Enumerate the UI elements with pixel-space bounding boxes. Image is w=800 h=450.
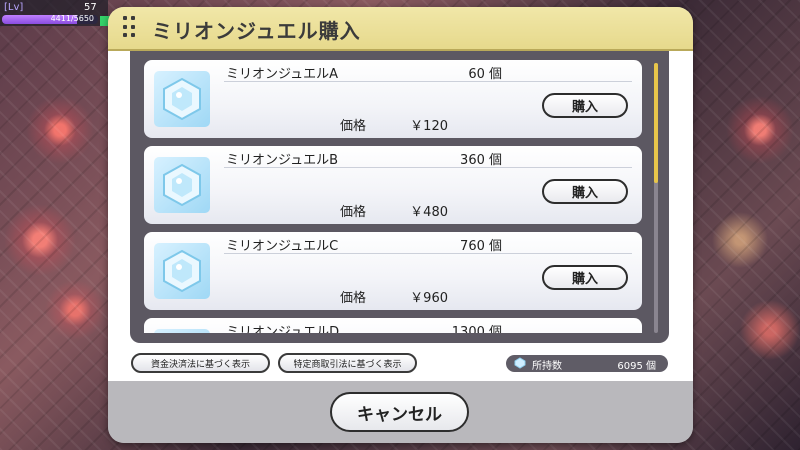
exp-bar: 4411/5650: [2, 15, 98, 24]
product-price: ￥960: [410, 291, 448, 306]
price-label: 価格: [340, 205, 367, 220]
product-list-frame: ミリオンジュエルA 60 個 価格 ￥120 購入 ミリオンジュエルB 360 …: [130, 51, 669, 343]
product-item: ミリオンジュエルC 760 個 価格 ￥960 購入: [144, 232, 642, 310]
cancel-button[interactable]: キャンセル: [330, 392, 469, 432]
dialog-footer: キャンセル: [108, 381, 693, 443]
product-count: 360 個: [460, 153, 502, 168]
grip-icon: [123, 16, 135, 40]
jewel-icon: [154, 243, 210, 299]
level-value: 57: [84, 2, 97, 13]
payment-services-act-button[interactable]: 資金決済法に基づく表示: [131, 353, 270, 373]
holding-value: 6095 個: [617, 361, 656, 372]
product-name: ミリオンジュエルC: [226, 239, 339, 254]
dialog-header: ミリオンジュエル購入: [108, 7, 693, 51]
jewel-icon: [154, 157, 210, 213]
product-name: ミリオンジュエルD: [226, 325, 340, 333]
buy-button[interactable]: 購入: [542, 93, 628, 118]
commercial-transactions-act-button[interactable]: 特定商取引法に基づく表示: [278, 353, 417, 373]
jewel-icon: [154, 71, 210, 127]
player-status: [Lv] 57 4411/5650: [0, 0, 108, 26]
product-item: ミリオンジュエルB 360 個 価格 ￥480 購入: [144, 146, 642, 224]
purchase-dialog: ミリオンジュエル購入 ミリオンジュエルA 60 個 価格 ￥120 購入 ミリオ…: [108, 7, 693, 443]
price-label: 価格: [340, 119, 367, 134]
scroll-thumb[interactable]: [654, 63, 658, 183]
product-name: ミリオンジュエルB: [226, 153, 339, 168]
holding-count: 所持数 6095 個: [506, 355, 668, 372]
product-item: ミリオンジュエルD 1300 個: [144, 318, 642, 333]
jewel-icon: [154, 329, 210, 333]
scrollbar[interactable]: [654, 63, 658, 333]
dialog-body: ミリオンジュエルA 60 個 価格 ￥120 購入 ミリオンジュエルB 360 …: [108, 51, 693, 381]
divider: [224, 81, 632, 82]
buy-button[interactable]: 購入: [542, 265, 628, 290]
product-list[interactable]: ミリオンジュエルA 60 個 価格 ￥120 購入 ミリオンジュエルB 360 …: [138, 55, 650, 333]
product-count: 60 個: [468, 67, 502, 82]
divider: [224, 167, 632, 168]
level-label: [Lv]: [4, 2, 24, 13]
exp-value: 4411/5650: [50, 15, 94, 23]
product-name: ミリオンジュエルA: [226, 67, 338, 82]
product-count: 1300 個: [451, 325, 502, 333]
price-label: 価格: [340, 291, 367, 306]
dialog-title: ミリオンジュエル購入: [152, 19, 361, 43]
holding-label: 所持数: [532, 361, 562, 372]
divider: [224, 253, 632, 254]
product-price: ￥120: [410, 119, 448, 134]
jewel-icon: [514, 357, 526, 372]
product-item: ミリオンジュエルA 60 個 価格 ￥120 購入: [144, 60, 642, 138]
buy-button[interactable]: 購入: [542, 179, 628, 204]
product-price: ￥480: [410, 205, 448, 220]
product-count: 760 個: [460, 239, 502, 254]
